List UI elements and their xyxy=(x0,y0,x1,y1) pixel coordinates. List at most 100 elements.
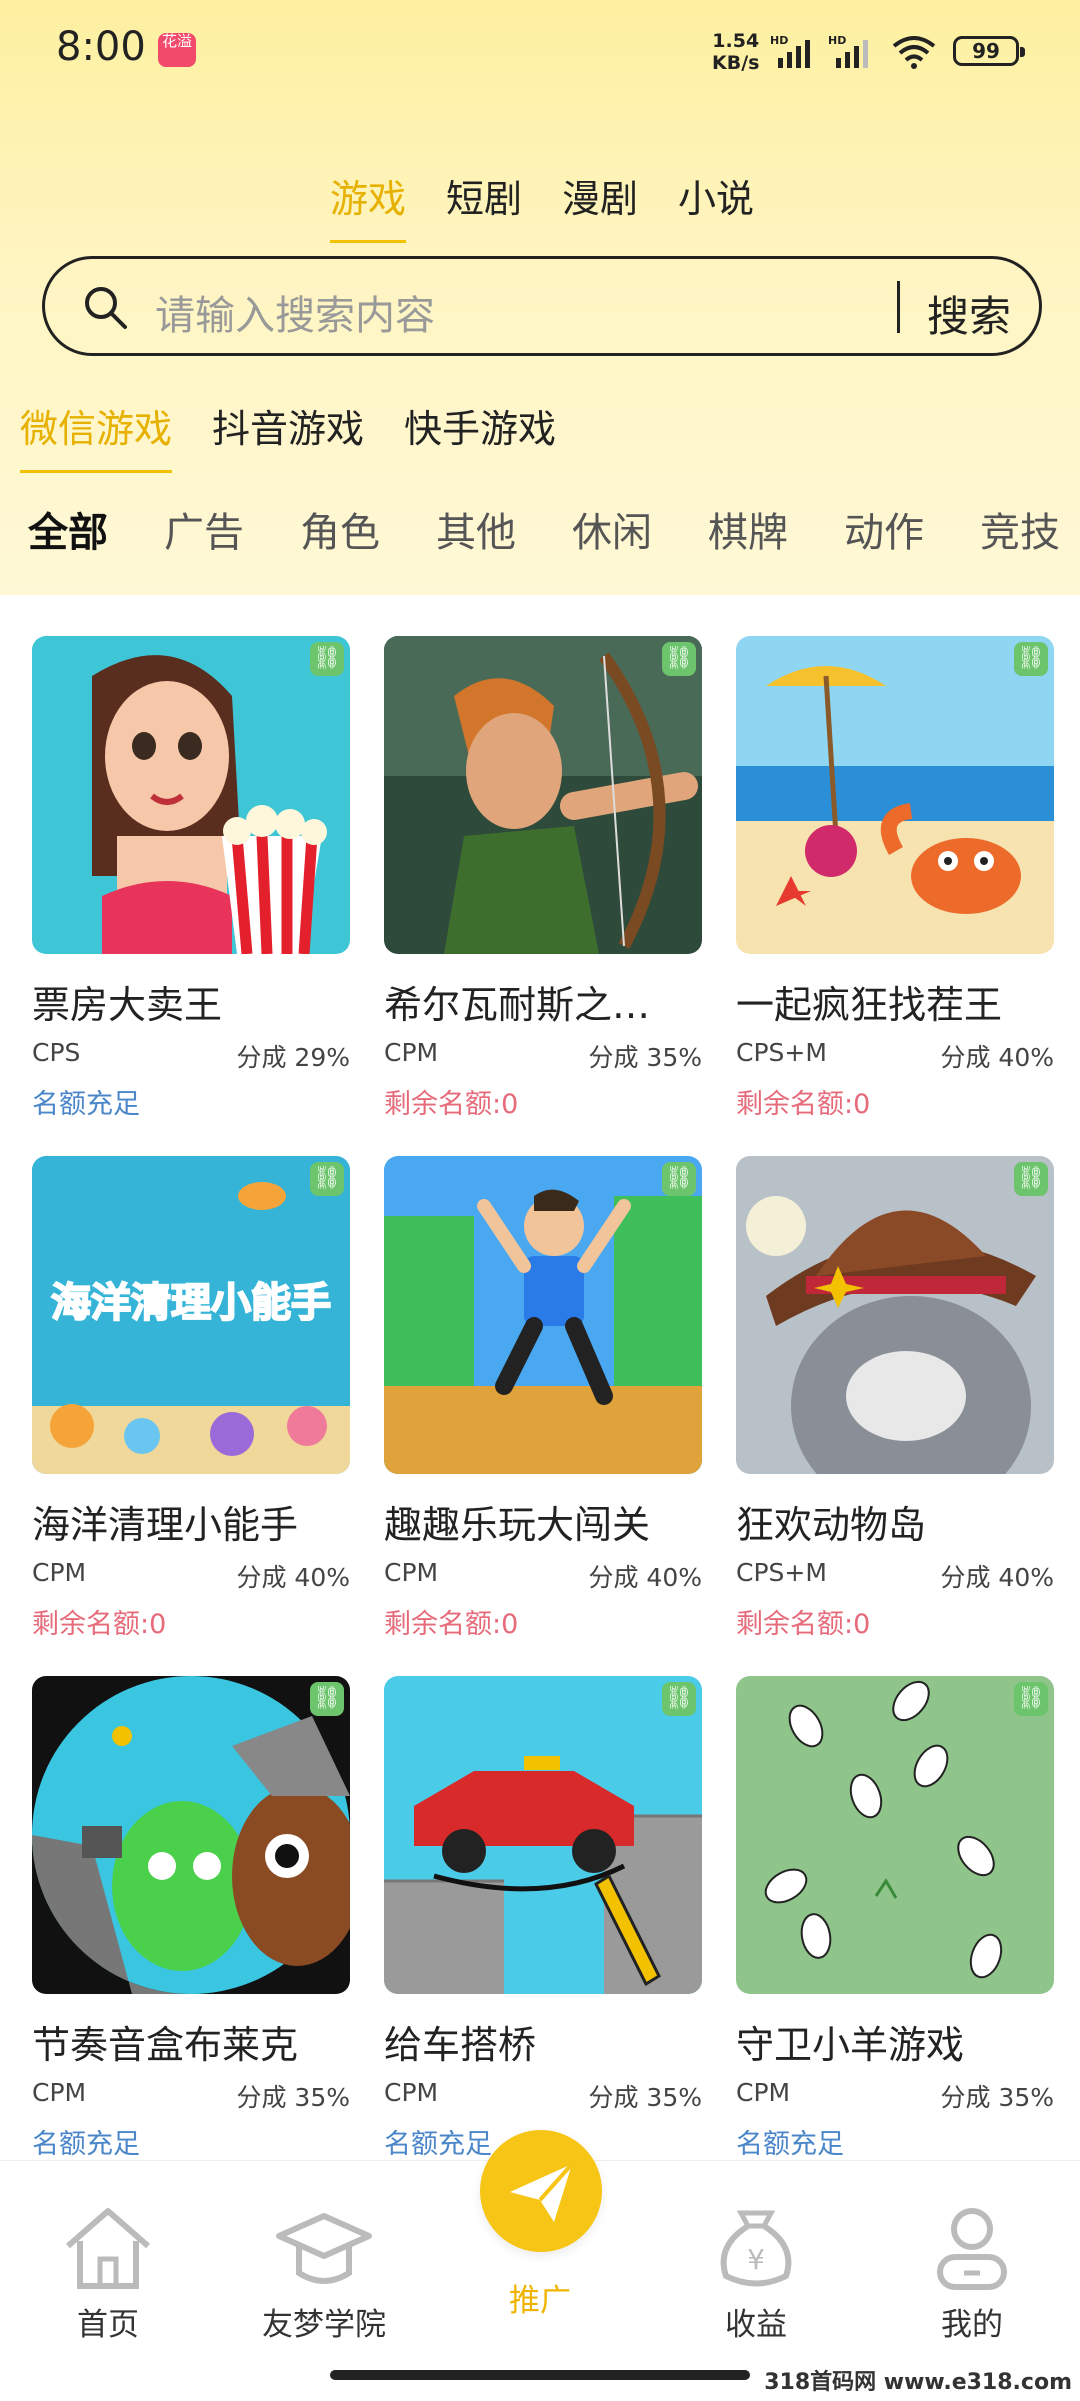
game-quota-status: 剩余名额:0 xyxy=(736,1609,871,1640)
status-time: 8:00 xyxy=(56,24,146,70)
archer-image xyxy=(384,636,702,954)
game-quota-status: 剩余名额:0 xyxy=(32,1609,167,1640)
game-revenue-share: 分成 40% xyxy=(940,1043,1054,1072)
game-name: 守卫小羊游戏 xyxy=(736,2023,965,2067)
game-billing-type: CPS+M xyxy=(736,1038,827,1067)
mini-program-link-icon: ⛓ xyxy=(1014,1162,1048,1196)
tab-comic-drama[interactable]: 漫剧 xyxy=(562,168,638,223)
tab-short-drama[interactable]: 短剧 xyxy=(446,168,522,223)
category-competitive[interactable]: 竞技 xyxy=(980,500,1060,558)
network-speed-value: 1.54 xyxy=(712,30,760,52)
game-thumbnail: ⛓ xyxy=(736,1156,1054,1474)
ocean-cleanup-image: 海洋清理小能手 xyxy=(32,1156,350,1474)
game-thumbnail: ⛓ xyxy=(736,1676,1054,1994)
game-card[interactable]: ⛓ 趣趣乐玩大闯关 CPM 分成 40% 剩余名额:0 xyxy=(384,1156,702,1640)
game-billing-type: CPS+M xyxy=(736,1558,827,1587)
game-billing-type: CPM xyxy=(736,2078,791,2107)
game-card[interactable]: ⛓ 票房大卖王 CPS 分成 29% 名额充足 xyxy=(32,636,350,1120)
nav-earnings-label: 收益 xyxy=(725,2307,787,2343)
network-speed: 1.54 KB/s xyxy=(712,30,759,74)
game-revenue-share: 分成 29% xyxy=(236,1043,350,1072)
game-card[interactable]: ⛓ 狂欢动物岛 CPS+M 分成 40% 剩余名额:0 xyxy=(736,1156,1054,1640)
category-other[interactable]: 其他 xyxy=(436,500,516,558)
game-quota-status: 名额充足 xyxy=(32,2129,140,2160)
category-role[interactable]: 角色 xyxy=(300,500,380,558)
rhythm-box-image xyxy=(32,1676,350,1994)
game-name: 票房大卖王 xyxy=(32,983,223,1027)
category-board[interactable]: 棋牌 xyxy=(708,500,788,558)
game-card[interactable]: ⛓ 一起疯狂找茬王 CPS+M 分成 40% 剩余名额:0 xyxy=(736,636,1054,1120)
game-card[interactable]: ⛓ 节奏音盒布莱克 CPM 分成 35% 名额充足 xyxy=(32,1676,350,2160)
game-name: 狂欢动物岛 xyxy=(736,1503,927,1547)
gesture-home-bar[interactable] xyxy=(330,2370,750,2380)
game-revenue-share: 分成 40% xyxy=(588,1563,702,1592)
game-card[interactable]: ⛓ 给车搭桥 CPM 分成 35% 名额充足 xyxy=(384,1676,702,2160)
game-revenue-share: 分成 40% xyxy=(940,1563,1054,1592)
nav-earnings[interactable]: ¥ 收益 xyxy=(676,2201,836,2344)
game-revenue-share: 分成 40% xyxy=(236,1563,350,1592)
user-icon xyxy=(937,2208,1007,2290)
search-bar: 请输入搜索内容 搜索 xyxy=(42,256,1042,356)
category-casual[interactable]: 休闲 xyxy=(572,500,652,558)
game-billing-type: CPM xyxy=(384,1038,439,1067)
content-type-tabs: 游戏 短剧 漫剧 小说 xyxy=(330,168,794,243)
search-divider xyxy=(897,281,900,333)
category-action[interactable]: 动作 xyxy=(844,500,924,558)
tab-douyin-games[interactable]: 抖音游戏 xyxy=(212,398,364,453)
svg-text:¥: ¥ xyxy=(747,2243,765,2276)
nav-academy-label: 友梦学院 xyxy=(262,2307,386,2343)
home-icon xyxy=(66,2208,150,2289)
ocean-title-art-text: 海洋清理小能手 xyxy=(51,1280,331,1326)
car-bridge-image xyxy=(384,1676,702,1994)
game-quota-status: 名额充足 xyxy=(736,2129,844,2160)
hd-1-label: HD xyxy=(770,34,788,47)
mini-program-link-icon: ⛓ xyxy=(1014,642,1048,676)
category-ads[interactable]: 广告 xyxy=(164,500,244,558)
nav-mine[interactable]: 我的 xyxy=(892,2201,1052,2344)
tab-kuaishou-games[interactable]: 快手游戏 xyxy=(404,398,556,453)
app-notification-icon: 花溢 xyxy=(158,33,196,67)
game-billing-type: CPM xyxy=(384,1558,439,1587)
search-input[interactable]: 请输入搜索内容 xyxy=(155,283,435,341)
game-name: 一起疯狂找茬王 xyxy=(736,983,1003,1027)
game-category-filter: 全部 广告 角色 其他 休闲 棋牌 动作 竞技 xyxy=(28,500,1080,558)
network-speed-unit: KB/s xyxy=(712,52,760,74)
mini-program-link-icon: ⛓ xyxy=(310,1682,344,1716)
game-card[interactable]: 海洋清理小能手 ⛓ 海洋清理小能手 CPM 分成 40% 剩余名额:0 xyxy=(32,1156,350,1640)
game-name: 节奏音盒布莱克 xyxy=(32,2023,299,2067)
nav-academy[interactable]: 友梦学院 xyxy=(244,2201,404,2344)
game-thumbnail: ⛓ xyxy=(384,1676,702,1994)
category-all[interactable]: 全部 xyxy=(28,500,108,558)
game-billing-type: CPS xyxy=(32,1038,81,1067)
game-thumbnail: ⛓ xyxy=(736,636,1054,954)
mini-program-link-icon: ⛓ xyxy=(310,1162,344,1196)
mini-program-link-icon: ⛓ xyxy=(662,1162,696,1196)
game-billing-type: CPM xyxy=(32,2078,87,2107)
game-billing-type: CPM xyxy=(32,1558,87,1587)
tab-games[interactable]: 游戏 xyxy=(330,168,407,243)
platform-tabs: 微信游戏 抖音游戏 快手游戏 xyxy=(20,398,596,473)
tab-novel[interactable]: 小说 xyxy=(678,168,754,223)
nav-mine-label: 我的 xyxy=(941,2307,1003,2343)
game-quota-status: 名额充足 xyxy=(32,1089,140,1120)
promote-button[interactable] xyxy=(480,2130,602,2252)
game-card[interactable]: ⛓ 希尔瓦耐斯之… CPM 分成 35% 剩余名额:0 xyxy=(384,636,702,1120)
nav-promote-label: 推广 xyxy=(509,2283,571,2319)
game-card[interactable]: ⛓ 守卫小羊游戏 CPM 分成 35% 名额充足 xyxy=(736,1676,1054,2160)
game-thumbnail: ⛓ xyxy=(384,1156,702,1474)
game-revenue-share: 分成 35% xyxy=(588,2083,702,2112)
search-button[interactable]: 搜索 xyxy=(927,283,1011,344)
graduation-cap-icon xyxy=(276,2213,372,2284)
game-revenue-share: 分成 35% xyxy=(940,2083,1054,2112)
jumping-boy-image xyxy=(384,1156,702,1474)
beach-crab-image xyxy=(736,636,1054,954)
status-bar: 8:00 花溢 1.54 KB/s HD HD 99 xyxy=(0,0,1080,100)
signal-1-icon: HD xyxy=(770,34,810,68)
game-quota-status: 剩余名额:0 xyxy=(736,1089,871,1120)
game-revenue-share: 分成 35% xyxy=(588,1043,702,1072)
nav-promote[interactable]: 推广 xyxy=(460,2271,620,2320)
tab-wechat-games[interactable]: 微信游戏 xyxy=(20,398,173,473)
search-icon xyxy=(85,287,127,329)
paper-plane-icon xyxy=(510,2162,574,2222)
nav-home[interactable]: 首页 xyxy=(28,2201,188,2344)
